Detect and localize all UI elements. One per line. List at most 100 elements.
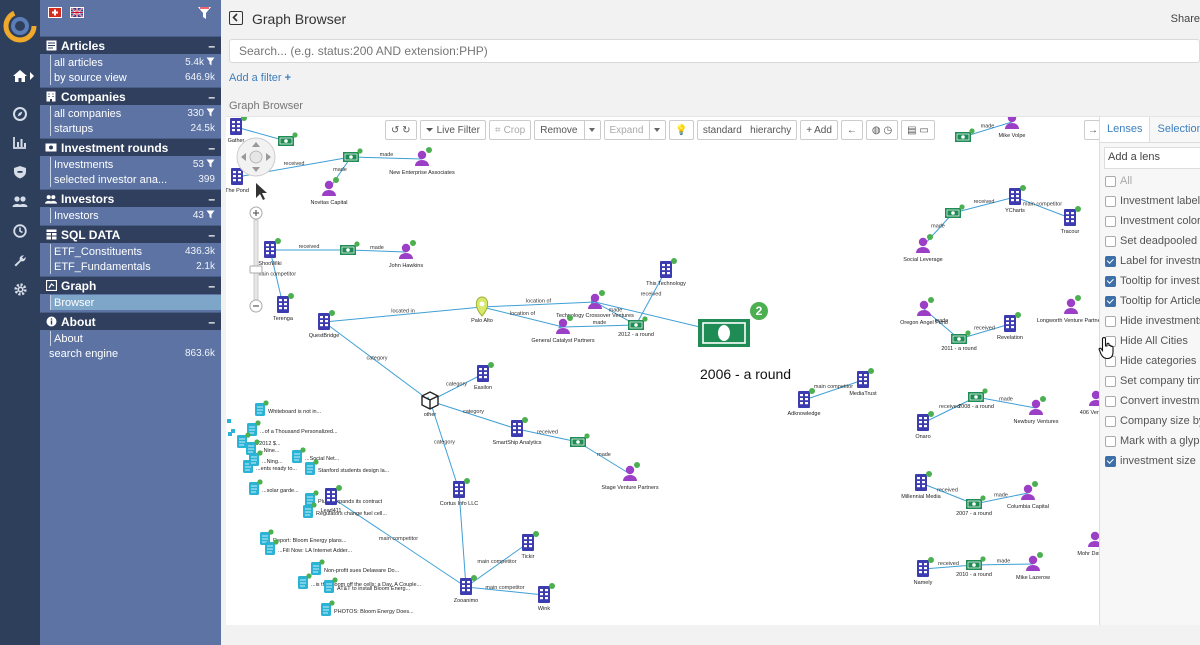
lens-checkbox[interactable] <box>1105 435 1116 447</box>
lens-item[interactable]: All <box>1100 171 1200 191</box>
graph-node-investor[interactable]: Oregon Angel Fund <box>900 297 948 326</box>
filter-icon[interactable] <box>206 210 215 221</box>
gear-icon[interactable] <box>0 276 40 302</box>
sidebar-item-investors[interactable]: Investors 43 <box>50 208 221 223</box>
view-options-button[interactable]: ◍ ◷ <box>865 120 899 140</box>
sidebar-item-search-engine[interactable]: search engine 863.6k <box>46 346 221 361</box>
compass-icon[interactable] <box>0 101 40 127</box>
graph-node-company[interactable]: SmartShip Analytics <box>493 417 542 446</box>
graph-node-investor[interactable]: Social Leverage <box>903 234 943 263</box>
section-header-about[interactable]: About – <box>40 312 221 330</box>
lens-checkbox[interactable] <box>1105 195 1116 207</box>
tab-lenses[interactable]: Lenses <box>1100 117 1151 142</box>
article-node[interactable]: Plugs expands its contract <box>305 490 383 506</box>
lens-checkbox[interactable] <box>1105 235 1116 247</box>
graph-node-company[interactable]: Wink <box>538 583 555 612</box>
graph-node-investor[interactable]: General Catalyst Partners <box>531 315 595 344</box>
graph-node-money[interactable] <box>955 128 975 142</box>
graph-node-company[interactable]: Tickir <box>522 531 539 560</box>
graph-edge[interactable] <box>429 400 518 431</box>
graph-edge[interactable] <box>635 269 667 326</box>
graph-node-company[interactable]: Cortus Info LLC <box>440 478 479 507</box>
section-header-investors[interactable]: Investors – <box>40 189 221 207</box>
sidebar-item-investments[interactable]: Investments 53 <box>50 157 221 172</box>
lens-checkbox[interactable] <box>1105 375 1116 387</box>
graph-node-company[interactable]: QuestBridge <box>309 310 340 339</box>
wrench-icon[interactable] <box>0 248 40 274</box>
lens-item[interactable]: Mark with a glyph <box>1100 431 1200 451</box>
article-node[interactable]: ...of a Thousand Personalized... <box>247 420 338 436</box>
graph-node-money[interactable] <box>343 148 363 162</box>
article-node[interactable]: ...solar garde... <box>249 479 299 495</box>
lens-item[interactable]: investment size <box>1100 451 1200 471</box>
sidebar-item-by-source-view[interactable]: by source view 646.9k <box>50 70 221 85</box>
sidebar-item-etf-fundamentals[interactable]: ETF_Fundamentals 2.1k <box>50 259 221 274</box>
back-button[interactable]: ← <box>840 120 863 140</box>
add-filter-button[interactable]: Add a filter + <box>229 72 291 84</box>
sidebar-item-all-companies[interactable]: all companies 330 <box>50 106 221 121</box>
graph-node-category[interactable]: other <box>421 391 439 418</box>
sidebar-item-about[interactable]: About <box>50 331 221 346</box>
sidebar-item-startups[interactable]: startups 24.5k <box>50 121 221 136</box>
graph-edge[interactable] <box>481 306 564 329</box>
remove-button[interactable]: Remove <box>534 120 601 140</box>
graph-node-investor[interactable]: Mike Lazerow <box>1016 552 1050 581</box>
filter-icon[interactable] <box>206 57 215 68</box>
lens-checkbox[interactable] <box>1105 415 1116 427</box>
graph-node-company[interactable]: Millennial Media <box>901 471 942 500</box>
lens-checkbox[interactable] <box>1105 215 1116 227</box>
lens-checkbox[interactable] <box>1105 255 1116 267</box>
minimize-icon[interactable]: – <box>208 192 215 206</box>
sidebar-item-etf-constituents[interactable]: ETF_Constituents 436.3k <box>50 244 221 259</box>
graph-node-company[interactable]: Easilon <box>474 362 494 391</box>
funnel-icon[interactable] <box>197 6 212 23</box>
lens-item[interactable]: Set deadpooled <box>1100 231 1200 251</box>
graph-node-company[interactable]: Tracour <box>1061 206 1081 235</box>
lens-item[interactable]: Tooltip for Articles <box>1100 291 1200 311</box>
section-header-graph[interactable]: Graph – <box>40 276 221 294</box>
section-header-sql-data[interactable]: SQL DATA – <box>40 225 221 243</box>
lens-item[interactable]: Investment labels <box>1100 191 1200 211</box>
graph-node-investor[interactable]: Stage Venture Partners <box>601 462 659 491</box>
graph-node-money[interactable] <box>570 433 590 447</box>
layout-selector[interactable]: standard hierarchy <box>696 120 798 140</box>
sidebar-item-selected-investor-ana[interactable]: selected investor ana... 399 <box>50 172 221 187</box>
graph-node-company[interactable]: MediaTrust <box>849 368 877 397</box>
lens-item[interactable]: Tooltip for investments <box>1100 271 1200 291</box>
flag-switzerland-icon[interactable] <box>48 7 62 18</box>
graph-node-money[interactable]: 2011 - a round <box>941 330 977 352</box>
collapse-icon[interactable] <box>229 11 243 25</box>
minimize-icon[interactable]: – <box>208 279 215 293</box>
sidebar-item-all-articles[interactable]: all articles 5.4k <box>50 55 221 70</box>
minimize-icon[interactable]: – <box>208 315 215 329</box>
undo-button[interactable]: ↺ ↻ <box>385 120 417 140</box>
clock-icon[interactable] <box>0 218 40 244</box>
filter-icon[interactable] <box>206 159 215 170</box>
layout-hierarchy[interactable]: hierarchy <box>750 125 791 136</box>
shield-icon[interactable] <box>0 159 40 185</box>
lens-item[interactable]: Label for investments <box>1100 251 1200 271</box>
add-lens-input[interactable]: Add a lens <box>1104 147 1200 169</box>
lens-checkbox[interactable] <box>1105 395 1116 407</box>
crop-button[interactable]: ⌗ Crop <box>488 120 532 140</box>
collapse-panel-button[interactable]: → <box>1084 120 1100 140</box>
lens-item[interactable]: Hide investments <box>1100 311 1200 331</box>
article-node[interactable]: AT&T to install Bloom Energ... <box>324 577 411 593</box>
search-input[interactable] <box>229 39 1200 63</box>
article-node[interactable]: ...Social Net... <box>292 447 340 463</box>
sidebar-item-browser[interactable]: Browser <box>50 295 221 310</box>
graph-node-investor[interactable]: John Hawkins <box>389 240 423 269</box>
lens-item[interactable]: Convert investments <box>1100 391 1200 411</box>
flag-uk-icon[interactable] <box>70 7 84 18</box>
pan-control[interactable] <box>236 137 276 177</box>
chart-icon[interactable] <box>0 129 40 155</box>
users-icon[interactable] <box>0 188 40 214</box>
minimize-icon[interactable]: – <box>208 228 215 242</box>
graph-node-investor[interactable]: Longworth Venture Partners <box>1037 295 1100 324</box>
pointer-icon[interactable] <box>256 183 267 200</box>
lens-item[interactable]: Investment colors <box>1100 211 1200 231</box>
graph-svg[interactable]: located in location of location of made made… <box>226 117 1100 625</box>
graph-node-city[interactable]: Palo Alto <box>471 296 493 324</box>
lightbulb-button[interactable]: 💡 <box>669 120 694 140</box>
graph-node-money[interactable] <box>340 241 360 255</box>
